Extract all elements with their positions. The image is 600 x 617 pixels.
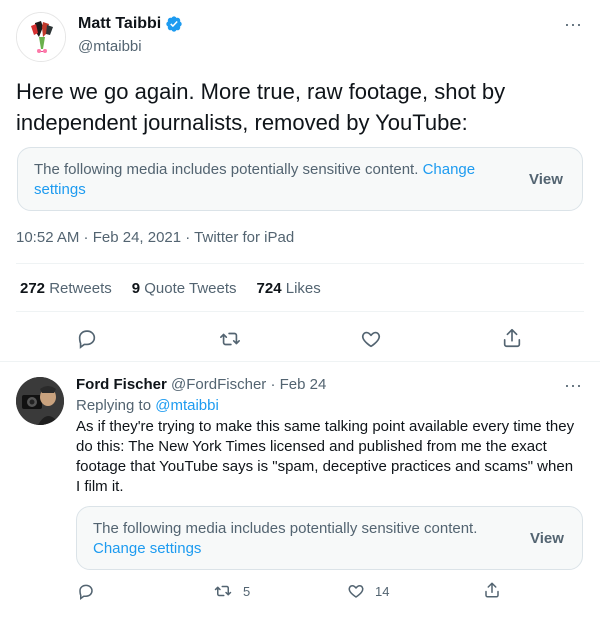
notice-message: The following media includes potentially… [93, 520, 478, 537]
author-name-row[interactable]: Matt Taibbi [78, 15, 183, 33]
change-settings-link[interactable]: Change settings [93, 540, 201, 557]
reply-author-handle[interactable]: @FordFischer [171, 376, 266, 393]
tweet-timestamp[interactable]: 10:52 AM · Feb 24, 2021 · Twitter for iP… [16, 229, 294, 246]
more-options-icon[interactable]: ··· [562, 15, 584, 33]
author-name[interactable]: Matt Taibbi [78, 15, 161, 33]
like-icon[interactable] [360, 328, 382, 350]
reply-author-avatar[interactable] [16, 377, 64, 425]
divider [16, 311, 584, 312]
likes-label: Likes [285, 280, 321, 297]
quotes-stat[interactable]: 9 Quote Tweets [132, 280, 237, 297]
divider [0, 361, 600, 362]
view-button[interactable]: View [530, 530, 564, 547]
reply-date[interactable]: · Feb 24 [270, 376, 326, 393]
quotes-label: Quote Tweets [144, 280, 237, 297]
retweets-count: 272 [20, 280, 46, 297]
quotes-count: 9 [131, 280, 141, 297]
tweet-text: Here we go again. More true, raw footage… [16, 79, 506, 135]
retweet-count: 5 [243, 583, 251, 599]
share-icon[interactable] [501, 327, 523, 349]
replying-to: Replying to @mtaibbi [76, 397, 219, 414]
replying-label: Replying to [76, 397, 152, 414]
reply-header: Ford Fischer @FordFischer · Feb 24 [76, 376, 326, 393]
author-handle[interactable]: @mtaibbi [78, 38, 142, 55]
author-avatar[interactable] [16, 12, 66, 62]
verified-badge-icon [166, 16, 182, 32]
likes-stat[interactable]: 724 Likes [257, 280, 321, 297]
divider [16, 263, 584, 264]
reply-icon[interactable] [77, 582, 95, 600]
retweets-stat[interactable]: 272 Retweets [20, 280, 112, 297]
reply-text: As if they're trying to make this same t… [76, 418, 575, 495]
retweet-icon[interactable] [218, 328, 242, 350]
like-count: 14 [375, 583, 390, 599]
sensitive-notice-text: The following media includes potentially… [34, 160, 504, 200]
view-button[interactable]: View [529, 171, 563, 188]
reply-like-action[interactable]: 14 [347, 582, 389, 600]
reply-icon[interactable] [76, 327, 98, 349]
likes-count: 724 [256, 280, 282, 297]
reply-retweet-action[interactable]: 5 [213, 582, 250, 600]
notice-message: The following media includes potentially… [34, 161, 419, 178]
sensitive-notice-text: The following media includes potentially… [93, 519, 513, 559]
retweet-icon[interactable] [213, 582, 233, 600]
replying-handle-link[interactable]: @mtaibbi [155, 397, 219, 414]
reply-more-options-icon[interactable]: ··· [562, 376, 584, 394]
retweets-label: Retweets [49, 280, 112, 297]
like-icon[interactable] [347, 582, 365, 600]
share-icon[interactable] [483, 581, 501, 599]
reply-sensitive-media-notice: The following media includes potentially… [76, 506, 583, 570]
sensitive-media-notice: The following media includes potentially… [17, 147, 583, 211]
reply-author-name[interactable]: Ford Fischer [76, 376, 167, 393]
tweet-stats: 272 Retweets 9 Quote Tweets 724 Likes [20, 280, 341, 297]
